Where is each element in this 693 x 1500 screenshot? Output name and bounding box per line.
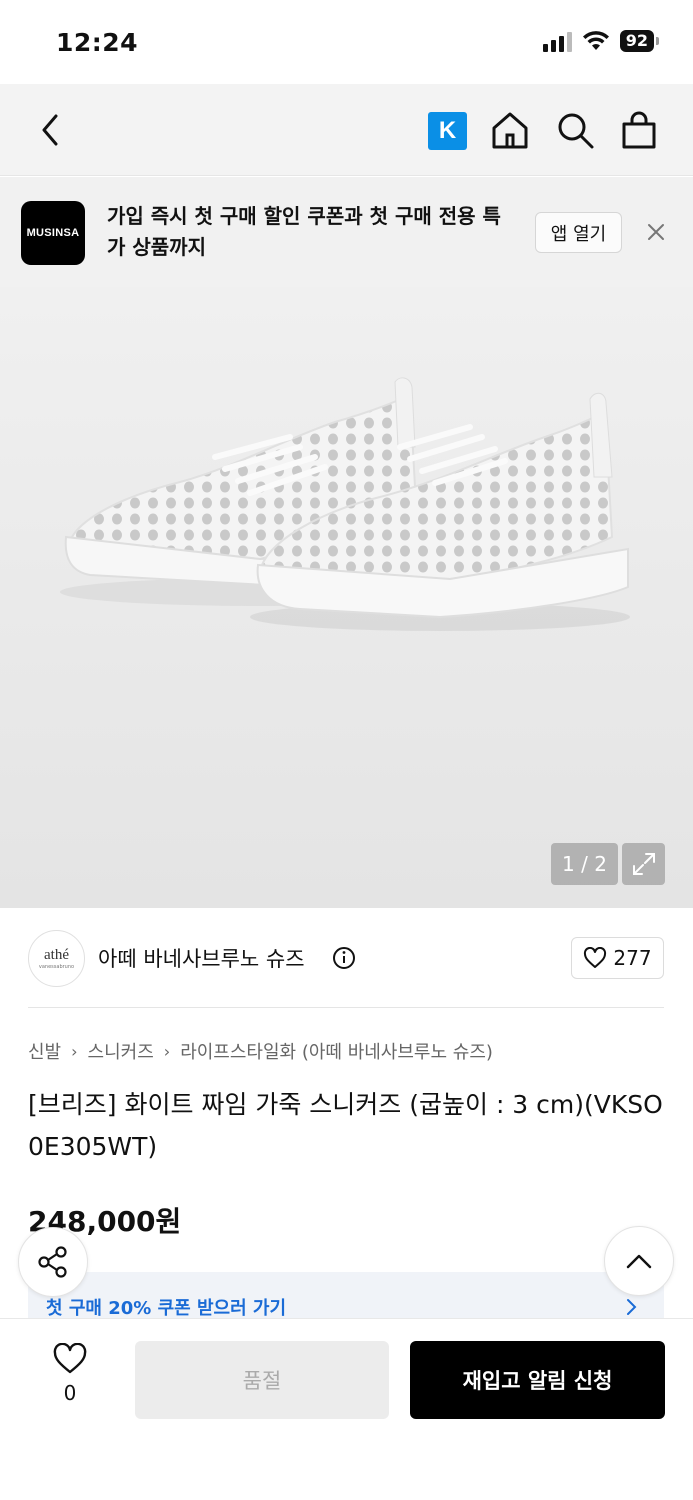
home-button[interactable] bbox=[490, 110, 530, 154]
breadcrumb-item[interactable]: 스니커즈 bbox=[88, 1038, 154, 1064]
chevron-left-icon bbox=[42, 114, 58, 146]
brand-info-button[interactable] bbox=[332, 946, 356, 974]
coupon-text: 첫 구매 20% 쿠폰 받으러 가기 bbox=[46, 1298, 287, 1319]
brand-logo-subtext: vanessabruno bbox=[38, 964, 75, 970]
breadcrumb-item[interactable]: 라이프스타일화 (아떼 바네사브루노 슈즈) bbox=[180, 1038, 493, 1064]
wishlist-count: 0 bbox=[63, 1381, 77, 1405]
app-install-banner: MUSINSA 가입 즉시 첫 구매 할인 쿠폰과 첫 구매 전용 특가 상품까… bbox=[0, 177, 693, 287]
open-app-button[interactable]: 앱 열기 bbox=[535, 212, 622, 253]
chevron-right-icon: › bbox=[71, 1041, 78, 1061]
product-photo bbox=[60, 377, 630, 631]
product-title: [브리즈] 화이트 짜임 가죽 스니커즈 (굽높이 : 3 cm)(VKSO0E… bbox=[28, 1090, 663, 1161]
nav-bar: K bbox=[0, 84, 693, 176]
product-image-carousel[interactable]: 1 / 2 bbox=[0, 287, 693, 908]
like-count: 277 bbox=[613, 946, 652, 970]
restock-alert-button[interactable]: 재입고 알림 신청 bbox=[410, 1341, 665, 1419]
brand-name[interactable]: 아떼 바네사브루노 슈즈 bbox=[98, 943, 305, 973]
coupon-banner[interactable]: 첫 구매 20% 쿠폰 받으러 가기 bbox=[28, 1272, 664, 1322]
chevron-up-icon bbox=[626, 1254, 652, 1269]
scroll-to-top-button[interactable] bbox=[604, 1226, 674, 1296]
wishlist-button[interactable]: 0 bbox=[40, 1343, 100, 1405]
heart-icon bbox=[584, 947, 607, 968]
share-button[interactable] bbox=[18, 1227, 88, 1297]
brand-row: athé vanessabruno 아떼 바네사브루노 슈즈 277 bbox=[0, 908, 693, 1008]
search-button[interactable] bbox=[555, 110, 595, 154]
expand-image-button[interactable] bbox=[622, 843, 665, 885]
heart-icon bbox=[53, 1343, 87, 1374]
banner-close-button[interactable] bbox=[645, 221, 667, 247]
brand-logo-text: athé bbox=[44, 947, 69, 963]
close-icon bbox=[648, 224, 664, 240]
info-icon bbox=[333, 947, 355, 969]
breadcrumb: 신발 › 스니커즈 › 라이프스타일화 (아떼 바네사브루노 슈즈) bbox=[28, 1038, 493, 1064]
wifi-icon bbox=[582, 31, 609, 50]
soldout-button[interactable]: 품절 bbox=[135, 1341, 389, 1419]
cart-button[interactable] bbox=[619, 110, 659, 154]
bottom-action-bar: 0 품절 재입고 알림 신청 bbox=[0, 1318, 693, 1500]
banner-message: 가입 즉시 첫 구매 할인 쿠폰과 첫 구매 전용 특가 상품까지 bbox=[107, 204, 501, 259]
back-button[interactable] bbox=[34, 110, 66, 150]
status-icons: 92 bbox=[542, 30, 659, 52]
battery-level: 92 bbox=[619, 30, 654, 52]
chevron-right-icon bbox=[627, 1299, 637, 1315]
breadcrumb-item[interactable]: 신발 bbox=[28, 1038, 61, 1064]
shopping-bag-icon bbox=[622, 111, 656, 149]
kakao-k-button[interactable]: K bbox=[428, 112, 467, 150]
search-icon bbox=[558, 113, 594, 149]
expand-icon bbox=[632, 853, 655, 875]
musinsa-logo: MUSINSA bbox=[21, 201, 85, 265]
home-icon bbox=[492, 112, 528, 149]
status-time: 12:24 bbox=[56, 28, 139, 57]
status-bar: 12:24 92 bbox=[0, 0, 693, 84]
signal-icon bbox=[542, 30, 572, 52]
brand-logo[interactable]: athé vanessabruno bbox=[28, 930, 85, 987]
battery-icon: 92 bbox=[619, 30, 659, 52]
brand-like-button[interactable]: 277 bbox=[571, 937, 664, 979]
chevron-right-icon: › bbox=[163, 1041, 171, 1061]
image-counter: 1 / 2 bbox=[551, 843, 618, 885]
divider bbox=[28, 1007, 664, 1008]
share-icon bbox=[38, 1246, 67, 1278]
